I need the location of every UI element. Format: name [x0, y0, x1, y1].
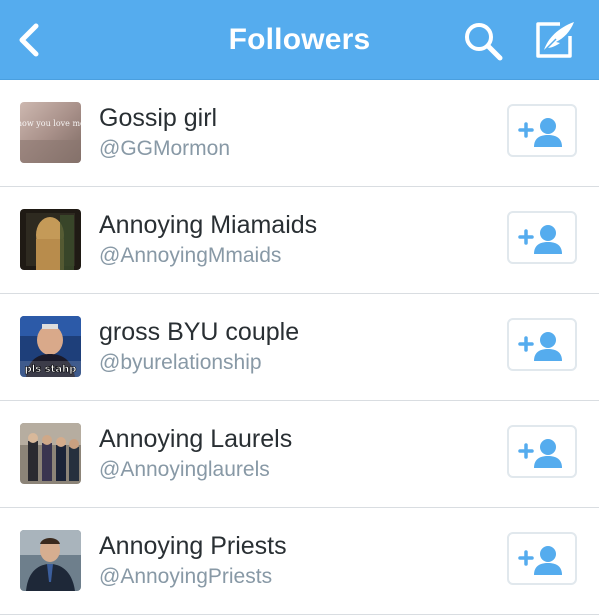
follow-button[interactable]: [507, 318, 577, 371]
follower-handle: @AnnoyingMmaids: [99, 244, 282, 267]
compose-tweet-icon: [536, 22, 574, 58]
list-item[interactable]: Annoying Priests @AnnoyingPriests: [0, 508, 599, 615]
search-button[interactable]: [462, 20, 506, 62]
chevron-left-icon: [19, 23, 39, 57]
follower-handle: @byurelationship: [99, 351, 262, 374]
list-item[interactable]: pls stahp gross BYU couple @byurelations…: [0, 294, 599, 401]
follower-name[interactable]: Gossip girl: [99, 104, 217, 133]
add-user-icon: [518, 332, 562, 361]
add-user-icon: [518, 118, 562, 147]
add-user-icon: [518, 225, 562, 254]
follower-name[interactable]: Annoying Miamaids: [99, 211, 317, 240]
add-user-icon: [518, 439, 562, 468]
follow-button[interactable]: [507, 104, 577, 157]
search-icon: [465, 23, 503, 61]
follower-handle: @GGMormon: [99, 137, 231, 160]
follower-handle: @Annoyinglaurels: [99, 458, 270, 481]
follower-name[interactable]: Annoying Laurels: [99, 425, 292, 454]
compose-button[interactable]: [530, 18, 580, 62]
list-item[interactable]: Annoying Laurels @Annoyinglaurels: [0, 401, 599, 508]
follower-name[interactable]: gross BYU couple: [99, 318, 299, 347]
follower-handle: @AnnoyingPriests: [99, 565, 273, 588]
add-user-icon: [518, 546, 562, 575]
follow-button[interactable]: [507, 211, 577, 264]
follow-button[interactable]: [507, 532, 577, 585]
nav-bar: Followers: [0, 0, 599, 80]
avatar-caption: pls stahp: [25, 364, 77, 375]
avatar[interactable]: you know you love me xoxo: [20, 102, 81, 163]
avatar[interactable]: [20, 530, 81, 591]
follower-name[interactable]: Annoying Priests: [99, 532, 287, 561]
followers-list: you know you love me xoxo Gossip girl @G…: [0, 80, 599, 615]
back-button[interactable]: [12, 20, 48, 60]
list-item[interactable]: Annoying Miamaids @AnnoyingMmaids: [0, 187, 599, 294]
follow-button[interactable]: [507, 425, 577, 478]
list-item[interactable]: you know you love me xoxo Gossip girl @G…: [0, 80, 599, 187]
avatar[interactable]: pls stahp: [20, 316, 81, 377]
avatar[interactable]: [20, 209, 81, 270]
avatar-caption: you know you love me xoxo: [20, 119, 81, 128]
avatar[interactable]: [20, 423, 81, 484]
page-title: Followers: [228, 23, 371, 56]
